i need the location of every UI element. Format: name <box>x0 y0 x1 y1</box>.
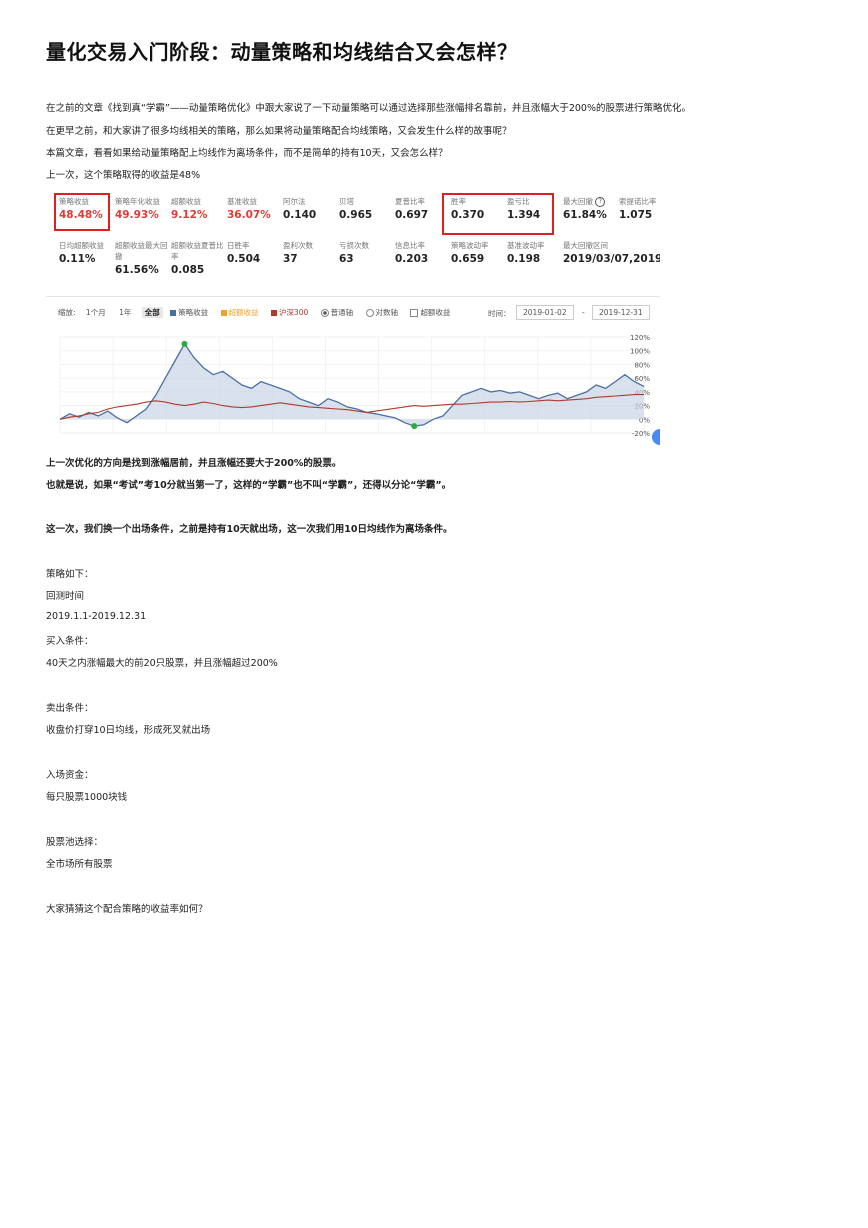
min-marker <box>411 423 418 430</box>
body-line-7: 买入条件： <box>46 636 94 647</box>
body-line-2: 也就是说，如果“考试”考10分就当第一了，这样的“学霸”也不叫“学霸”，还得以分… <box>46 480 452 491</box>
chart-plot: 120%100%80%60%40%20%0%-20% <box>59 334 660 445</box>
stat-win-rate: 胜率 0.370 <box>451 197 485 221</box>
body-line-1: 上一次优化的方向是找到涨幅居前，并且涨幅还要大于200%的股票。 <box>46 458 342 469</box>
body-line-12: 每只股票1000块钱 <box>46 792 128 803</box>
stat-daily-excess: 日均超额收益 0.11% <box>59 241 104 265</box>
stat-max-drawdown-range: 最大回撤区间2019/03/07,2019/0 <box>563 241 660 265</box>
returns-chart: 缩放: 1个月 1年 全部 策略收益 超额收益 沪深300 普通轴 对数轴 超额… <box>46 296 660 447</box>
max-marker <box>181 340 188 347</box>
scroll-widget[interactable] <box>652 429 660 445</box>
stat-annual-return: 策略年化收益 49.93% <box>115 197 160 221</box>
y-tick-label: 80% <box>634 361 650 369</box>
body-line-15: 大家猜猜这个配合策略的收益率如何？ <box>46 904 208 915</box>
body-line-3: 这一次，我们换一个出场条件，之前是持有10天就出场，这一次我们用10日均线作为离… <box>46 524 453 535</box>
stat-sortino: 索提诺比率 1.075 <box>619 197 657 221</box>
stat-info-ratio: 信息比率 0.203 <box>395 241 429 265</box>
backtest-stats-panel: 策略收益 48.48% 策略年化收益 49.93% 超额收益 9.12% 基准收益 36… <box>54 190 660 290</box>
body-line-10: 收盘价打穿10日均线，形成死叉就出场 <box>46 725 211 736</box>
body-line-6: 2019.1.1-2019.12.31 <box>46 611 147 622</box>
stat-excess-max-drawdown: 超额收益最大回撤 61.56% <box>115 241 168 276</box>
stat-excess-sharpe: 超额收益夏普比率 0.085 <box>171 241 224 276</box>
body-line-13: 股票池选择： <box>46 837 104 848</box>
body-line-4: 策略如下： <box>46 569 94 580</box>
stat-excess-return: 超额收益 9.12% <box>171 197 208 221</box>
body-line-9: 卖出条件： <box>46 703 94 714</box>
stat-beta: 贝塔 0.965 <box>339 197 373 221</box>
stat-max-drawdown: 最大回撤 ? 61.84% <box>563 197 607 221</box>
body-line-11: 入场资金： <box>46 770 94 781</box>
stat-benchmark-volatility: 基准波动率 0.198 <box>507 241 545 265</box>
page-title: 量化交易入门阶段：动量策略和均线结合又会怎样？ <box>46 40 518 64</box>
body-line-5: 回测时间 <box>46 591 85 602</box>
stat-profit-loss-ratio: 盈亏比 1.394 <box>507 197 541 221</box>
y-tick-label: 100% <box>630 348 650 356</box>
stat-alpha: 阿尔法 0.140 <box>283 197 317 221</box>
stat-win-count: 盈利次数 37 <box>283 241 313 265</box>
body-line-8: 40天之内涨幅最大的前20只股票，并且涨幅超过200% <box>46 658 278 669</box>
body-line-14: 全市场所有股票 <box>46 859 113 870</box>
help-icon[interactable]: ? <box>595 197 606 207</box>
intro-paragraph-2: 在更早之前，和大家讲了很多均线相关的策略，那么如果将动量策略配合均线策略，又会发… <box>46 126 512 137</box>
intro-paragraph-1: 在之前的文章《找到真“学霸”——动量策略优化》中跟大家说了一下动量策略可以通过选… <box>46 103 692 114</box>
stat-strategy-volatility: 策略波动率 0.659 <box>451 241 489 265</box>
stat-daily-win-rate: 日胜率 0.504 <box>227 241 261 265</box>
intro-paragraph-4: 上一次，这个策略取得的收益是48% <box>46 170 201 181</box>
y-tick-label: 120% <box>630 334 650 342</box>
stat-benchmark-return: 基准收益 36.07% <box>227 197 271 221</box>
intro-paragraph-3: 本篇文章，看看如果给动量策略配上均线作为离场条件，而不是简单的持有10天，又会怎… <box>46 148 448 159</box>
stat-strategy-return: 策略收益 48.48% <box>59 197 103 221</box>
y-tick-label: 60% <box>634 375 650 383</box>
y-tick-label: -20% <box>632 430 650 438</box>
strategy-area <box>60 343 644 427</box>
stat-sharpe: 夏普比率 0.697 <box>395 197 429 221</box>
stat-loss-count: 亏损次数 63 <box>339 241 369 265</box>
